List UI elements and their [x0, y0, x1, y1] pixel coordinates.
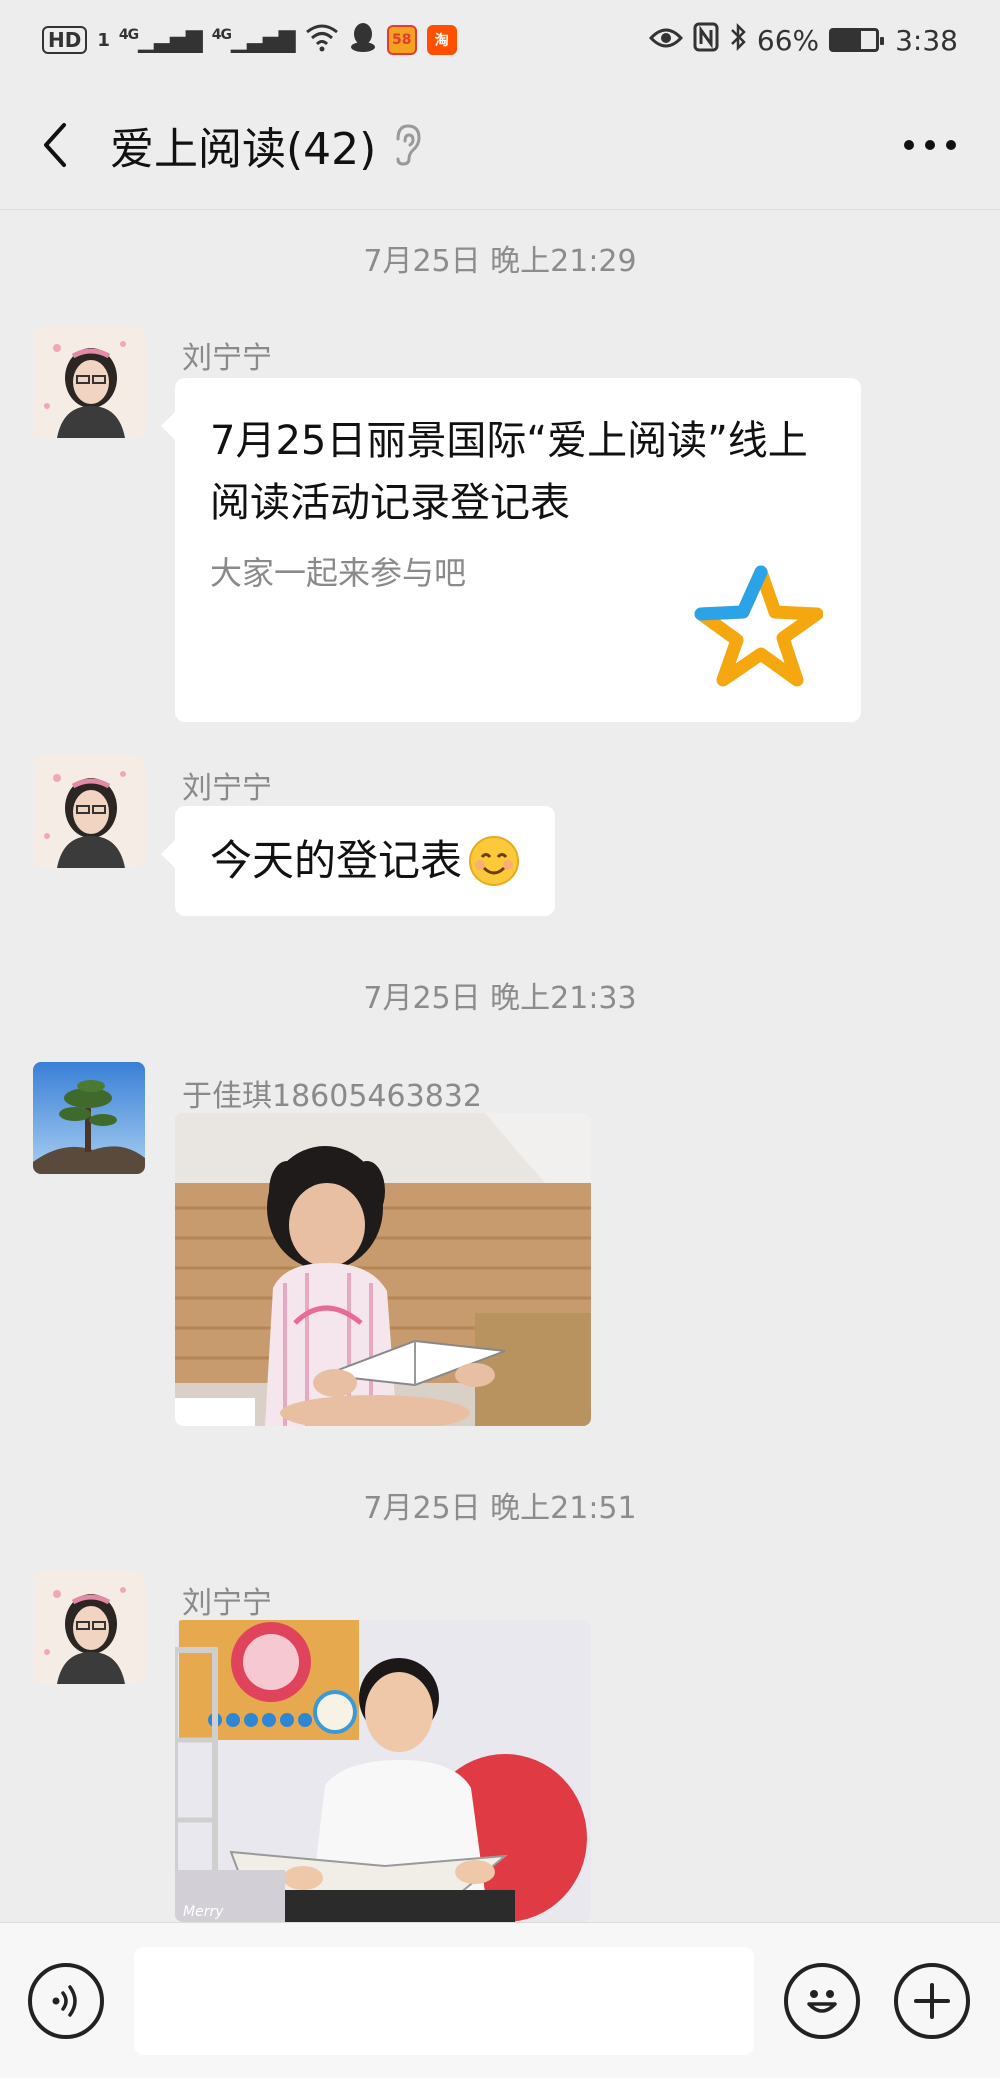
qq-icon: [349, 21, 377, 60]
star-icon: [694, 565, 823, 687]
more-button[interactable]: [890, 110, 970, 180]
smile-emoji: [469, 836, 520, 886]
sender-name: 刘宁宁: [182, 1586, 272, 1621]
sender-name: 刘宁宁: [182, 771, 272, 806]
eye-icon: [648, 24, 683, 57]
avatar-liuningning[interactable]: [33, 1572, 145, 1684]
battery-percent: 66%: [756, 23, 820, 57]
status-bar: HD 1 4G▁▃▅▇ 4G▁▃▅▇ 58 淘 66% 3:38: [0, 0, 1000, 80]
ear-icon: [392, 121, 432, 169]
link-card-title: 7月25日丽景国际“爱上阅读”线上阅读活动记录登记表: [210, 418, 808, 526]
wifi-icon: [305, 22, 339, 59]
sender-name: 刘宁宁: [182, 341, 272, 376]
chat-header: 爱上阅读(42): [0, 80, 1000, 210]
timestamp-3: 7月25日 晚上21:51: [363, 1491, 637, 1526]
back-button[interactable]: [0, 80, 110, 210]
emoji-icon: [807, 1990, 837, 2013]
signal-4g-icon: 4G▁▃▅▇: [118, 26, 203, 54]
chat-title: 爱上阅读(42): [110, 123, 377, 175]
voice-button[interactable]: [28, 1963, 104, 2039]
input-bar: [0, 1922, 1000, 2078]
status-left: HD 1 4G▁▃▅▇ 4G▁▃▅▇ 58 淘: [42, 21, 457, 60]
message-input[interactable]: [134, 1947, 754, 2055]
clock: 3:38: [895, 23, 958, 57]
plus-icon: [914, 1983, 950, 2019]
sender-name: 于佳琪18605463832: [182, 1079, 482, 1114]
avatar-liuningning[interactable]: [33, 326, 145, 438]
app-58-icon: 58: [386, 25, 417, 55]
timestamp-1: 7月25日 晚上21:29: [363, 244, 637, 279]
photo-caption: Merry: [183, 1904, 224, 1920]
message-text: 今天的登记表: [210, 836, 463, 885]
boy-reading-photo[interactable]: Merry: [175, 1620, 591, 1922]
more-dots-icon: [904, 140, 956, 150]
battery-level-fill: [832, 31, 862, 49]
girl-reading-photo[interactable]: [175, 1113, 591, 1426]
link-card-bubble[interactable]: 7月25日丽景国际“爱上阅读”线上阅读活动记录登记表 大家一起来参与吧: [161, 378, 861, 722]
avatar-yujiaqi[interactable]: [33, 1062, 145, 1174]
signal-4g-icon-2: 4G▁▃▅▇: [211, 26, 296, 54]
text-message: 今天的登记表: [175, 806, 555, 916]
bluetooth-icon: [729, 22, 747, 59]
plus-button[interactable]: [894, 1963, 970, 2039]
taobao-icon: 淘: [426, 25, 457, 55]
network-label-1: 4G: [118, 26, 139, 43]
text-message-bubble[interactable]: 今天的登记表: [160, 806, 556, 916]
sim-indicator: 1: [97, 29, 109, 51]
network-label-2: 4G: [211, 26, 232, 43]
battery-icon: [829, 28, 885, 52]
emoji-button[interactable]: [784, 1963, 860, 2039]
chevron-left-icon: [44, 122, 66, 167]
timestamp-2: 7月25日 晚上21:33: [363, 981, 637, 1016]
avatar-liuningning[interactable]: [33, 756, 145, 868]
status-right: 66% 3:38: [648, 22, 958, 59]
chat-screen: HD 1 4G▁▃▅▇ 4G▁▃▅▇ 58 淘 66% 3:38 爱上阅读(42…: [0, 0, 1000, 2078]
hd-indicator: HD: [42, 26, 88, 54]
voice-icon: [52, 1985, 77, 2017]
nfc-icon: [693, 22, 719, 59]
link-card-description: 大家一起来参与吧: [210, 554, 467, 592]
